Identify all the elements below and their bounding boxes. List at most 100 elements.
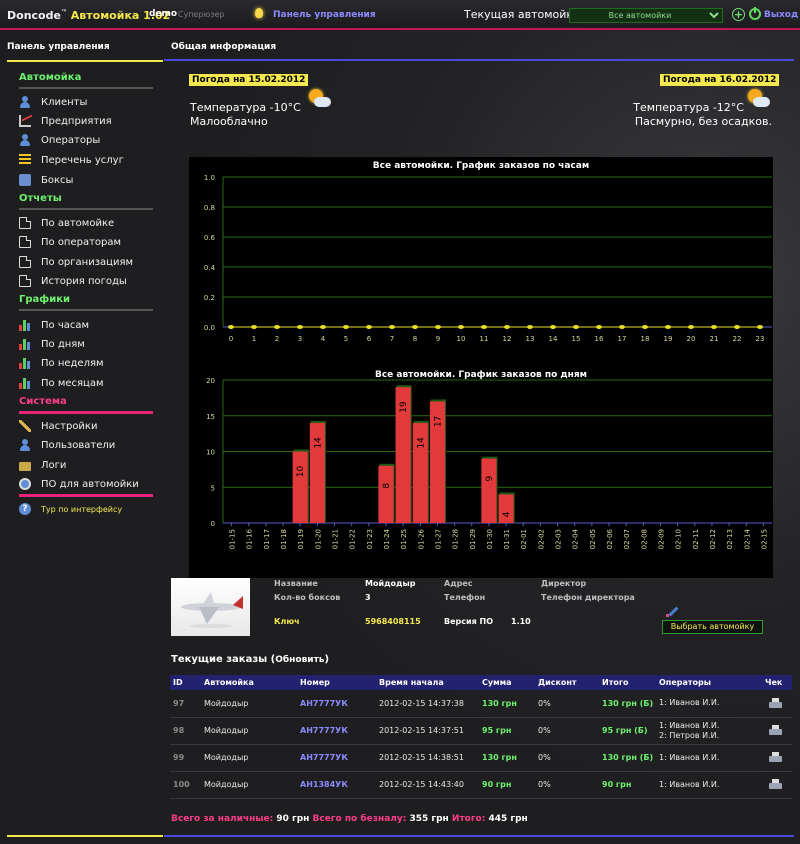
data-point — [688, 325, 694, 329]
phone-label: Телефон — [444, 593, 486, 602]
order-carwash: Мойдодыр — [201, 771, 297, 799]
x-tick-label: 8 — [413, 335, 417, 343]
sidebar-item-by-hours[interactable]: По часам — [19, 317, 89, 333]
x-tick-label: 6 — [367, 335, 372, 343]
col-carwash[interactable]: Автомойка — [201, 675, 297, 690]
choose-carwash-button[interactable]: Выбрать автомойку — [662, 620, 763, 634]
section-carwash: Автомойка — [19, 72, 82, 83]
sidebar-item-report-carwash[interactable]: По автомойке — [19, 215, 114, 231]
sidebar-item-label: Боксы — [41, 174, 74, 186]
lightbulb-icon — [255, 8, 263, 18]
table-row[interactable]: 99 Мойдодыр АН7777УК 2012-02-15 14:38:51… — [170, 744, 792, 772]
sidebar-item-label: По часам — [41, 319, 90, 331]
order-plate-link[interactable]: АН7777УК — [297, 690, 376, 718]
document-icon — [19, 236, 31, 248]
bar-chart-icon — [19, 357, 31, 369]
table-row[interactable]: 100 Мойдодыр АН1384УК 2012-02-15 14:43:4… — [170, 771, 792, 799]
chart-title: Все автомойки. График заказов по дням — [375, 370, 587, 380]
exit-link[interactable]: Выход — [764, 10, 798, 20]
edit-icon[interactable] — [666, 605, 678, 617]
disk-icon — [19, 478, 31, 490]
col-sum[interactable]: Сумма — [479, 675, 535, 690]
sidebar-item-boxes[interactable]: Боксы — [19, 172, 73, 188]
sidebar: Панель управления Автомойка Клиенты Пред… — [0, 30, 164, 844]
order-receipt — [762, 771, 792, 799]
power-icon[interactable] — [749, 7, 761, 20]
col-total[interactable]: Итого — [599, 675, 656, 690]
sidebar-item-companies[interactable]: Предприятия — [19, 113, 112, 129]
printer-icon[interactable] — [769, 779, 782, 790]
sidebar-item-users[interactable]: Пользователи — [19, 437, 115, 453]
y-tick-label: 0.4 — [204, 264, 216, 272]
x-tick-label: 02-01 — [520, 529, 528, 549]
printer-icon[interactable] — [769, 752, 782, 763]
operator: 1: Иванов И.И. — [659, 720, 720, 730]
section-divider — [19, 494, 153, 497]
section-system: Система — [19, 396, 67, 407]
col-operators[interactable]: Операторы — [656, 675, 762, 690]
table-row[interactable]: 97 Мойдодыр АН7777УК 2012-02-15 14:37:38… — [170, 690, 792, 718]
user-icon — [19, 439, 31, 451]
sidebar-item-by-days[interactable]: По дням — [19, 336, 85, 352]
add-icon[interactable]: + — [732, 8, 745, 21]
cash-total-label: Всего за наличные: — [171, 814, 274, 824]
sidebar-item-label: Клиенты — [41, 96, 88, 108]
tour-link[interactable]: ? Тур по интерфейсу — [19, 501, 122, 517]
order-start-time: 2012-02-15 14:43:40 — [376, 771, 479, 799]
y-tick-label: 10 — [206, 449, 215, 457]
order-plate-link[interactable]: АН7777УК — [297, 744, 376, 772]
y-tick-label: 0.2 — [204, 294, 215, 302]
sidebar-item-label: Операторы — [41, 134, 101, 146]
card-total-label: Всего по безналу: — [312, 814, 407, 824]
x-tick-label: 02-13 — [726, 529, 734, 549]
sidebar-item-by-months[interactable]: По месяцам — [19, 375, 104, 391]
data-point — [734, 325, 740, 329]
software-version-value: 1.10 — [511, 617, 531, 626]
table-row[interactable]: 98 Мойдодыр АН7777УК 2012-02-15 14:37:51… — [170, 717, 792, 745]
sidebar-item-by-weeks[interactable]: По неделям — [19, 355, 104, 371]
app-brand: Doncode™ Автомойка 1.02 — [7, 9, 170, 22]
col-plate[interactable]: Номер — [297, 675, 376, 690]
col-start-time[interactable]: Время начала — [376, 675, 479, 690]
grand-total-value: 445 грн — [488, 814, 528, 824]
name-value: Мойдодыр — [365, 579, 416, 588]
sidebar-item-software[interactable]: ПО для автомойки — [19, 476, 139, 492]
order-plate-link[interactable]: АН1384УК — [297, 771, 376, 799]
weather-description: Малооблачно — [190, 115, 268, 128]
sidebar-item-report-operators[interactable]: По операторам — [19, 234, 121, 250]
page-title: Общая информация — [171, 42, 277, 52]
main-bottom-divider — [164, 835, 794, 837]
airplane-icon — [181, 592, 243, 628]
sidebar-item-settings[interactable]: Настройки — [19, 418, 97, 434]
sidebar-item-services[interactable]: Перечень услуг — [19, 152, 124, 168]
order-start-time: 2012-02-15 14:38:51 — [376, 744, 479, 772]
orders-title-text: Текущие заказы — [171, 654, 268, 665]
daily-orders-chart: Все автомойки. График заказов по дням 0 5 1… — [189, 366, 773, 578]
order-sum: 130 грн — [479, 744, 535, 772]
section-divider — [19, 309, 153, 311]
col-receipt[interactable]: Чек — [762, 675, 792, 690]
x-tick-label: 16 — [595, 335, 604, 343]
printer-icon[interactable] — [769, 725, 782, 736]
sidebar-item-clients[interactable]: Клиенты — [19, 94, 87, 110]
order-total: 95 грн (Б) — [599, 717, 656, 745]
document-icon — [19, 256, 31, 268]
printer-icon[interactable] — [769, 697, 782, 709]
col-discount[interactable]: Дисконт — [535, 675, 599, 690]
x-tick-label: 3 — [298, 335, 302, 343]
order-plate-link[interactable]: АН7777УК — [297, 717, 376, 745]
y-tick-label: 20 — [206, 377, 215, 385]
refresh-link[interactable]: Обновить — [275, 655, 324, 665]
order-operators: 1: Иванов И.И. 2: Петров И.И. — [656, 717, 762, 745]
order-total: 90 грн — [599, 771, 656, 799]
sidebar-item-report-organizations[interactable]: По организациям — [19, 254, 133, 270]
sidebar-item-logs[interactable]: Логи — [19, 457, 66, 473]
x-tick-label: 01-28 — [452, 529, 460, 549]
carwash-select[interactable]: Все автомойки — [569, 8, 723, 23]
x-tick-label: 7 — [390, 335, 394, 343]
col-id[interactable]: ID — [170, 675, 201, 690]
sidebar-item-weather-history[interactable]: История погоды — [19, 273, 127, 289]
control-panel-link[interactable]: Панель управления — [273, 10, 376, 20]
sidebar-item-operators[interactable]: Операторы — [19, 132, 100, 148]
weather-description: Пасмурно, без осадков. — [634, 115, 772, 128]
